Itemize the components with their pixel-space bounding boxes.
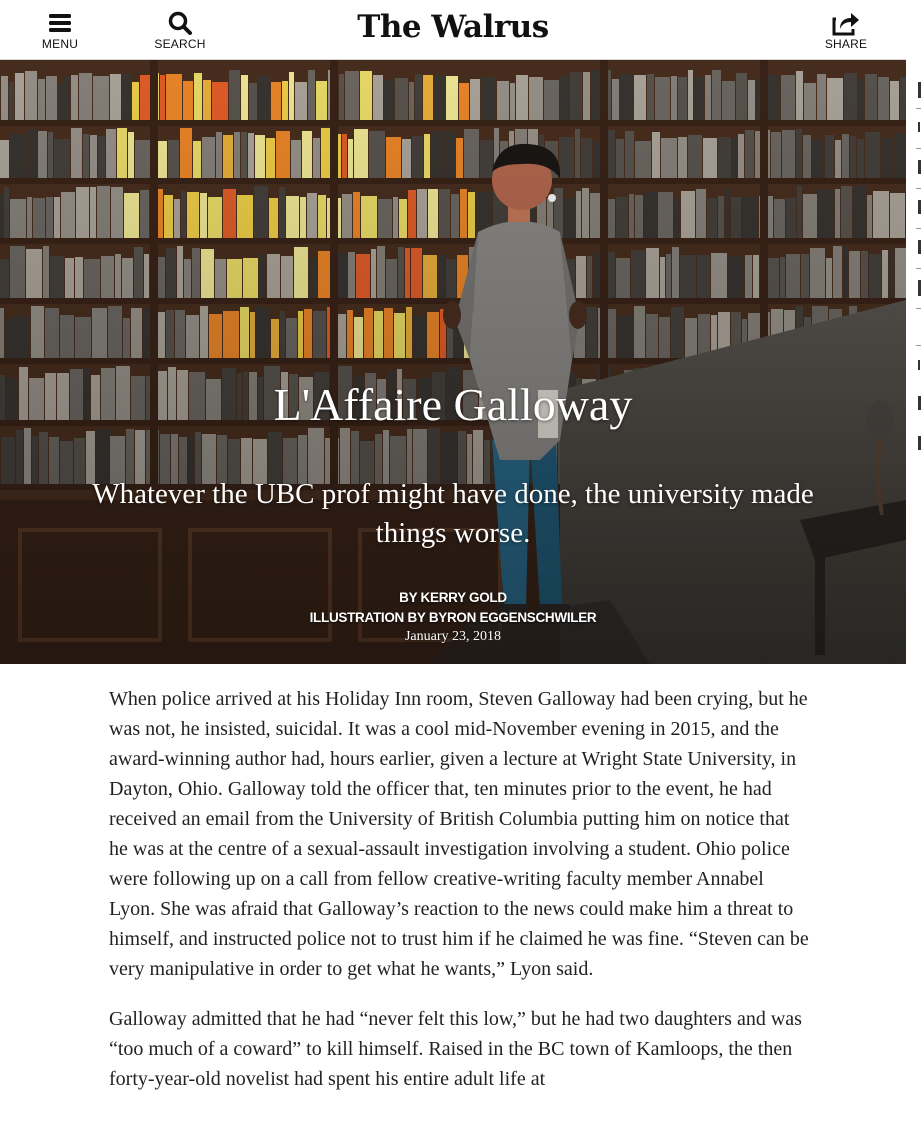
article-paragraph: Galloway admitted that he had “never fel… — [109, 1008, 802, 1090]
byline-prefix: BY — [399, 590, 421, 605]
author-link[interactable]: KERRY GOLD — [421, 590, 508, 605]
hero-overlay — [0, 60, 906, 664]
article-body: When police arrived at his Holiday Inn r… — [109, 684, 809, 1114]
share-button[interactable]: SHARE — [811, 10, 881, 51]
byline: BY KERRY GOLD — [0, 588, 906, 608]
share-icon — [832, 13, 859, 36]
top-navigation-bar: MENU SEARCH The Walrus SHARE — [0, 0, 906, 60]
article-subtitle: Whatever the UBC prof might have done, t… — [92, 478, 814, 549]
hero-illustration: L'Affaire Galloway Whatever the UBC prof… — [0, 60, 906, 664]
article-title: L'Affaire Galloway — [273, 379, 633, 430]
article-credits: BY KERRY GOLD ILLUSTRATION BY BYRON EGGE… — [0, 588, 906, 646]
article-paragraph: When police arrived at his Holiday Inn r… — [109, 688, 809, 980]
adjacent-panel-edge — [906, 60, 921, 480]
site-logo[interactable]: The Walrus — [0, 9, 906, 45]
illustrator-link[interactable]: BYRON EGGENSCHWILER — [429, 610, 597, 625]
illustration-prefix: ILLUSTRATION BY — [309, 610, 429, 625]
share-label: SHARE — [824, 37, 868, 51]
publish-date: January 23, 2018 — [404, 629, 502, 644]
illustration-credit: ILLUSTRATION BY BYRON EGGENSCHWILER — [0, 608, 906, 628]
